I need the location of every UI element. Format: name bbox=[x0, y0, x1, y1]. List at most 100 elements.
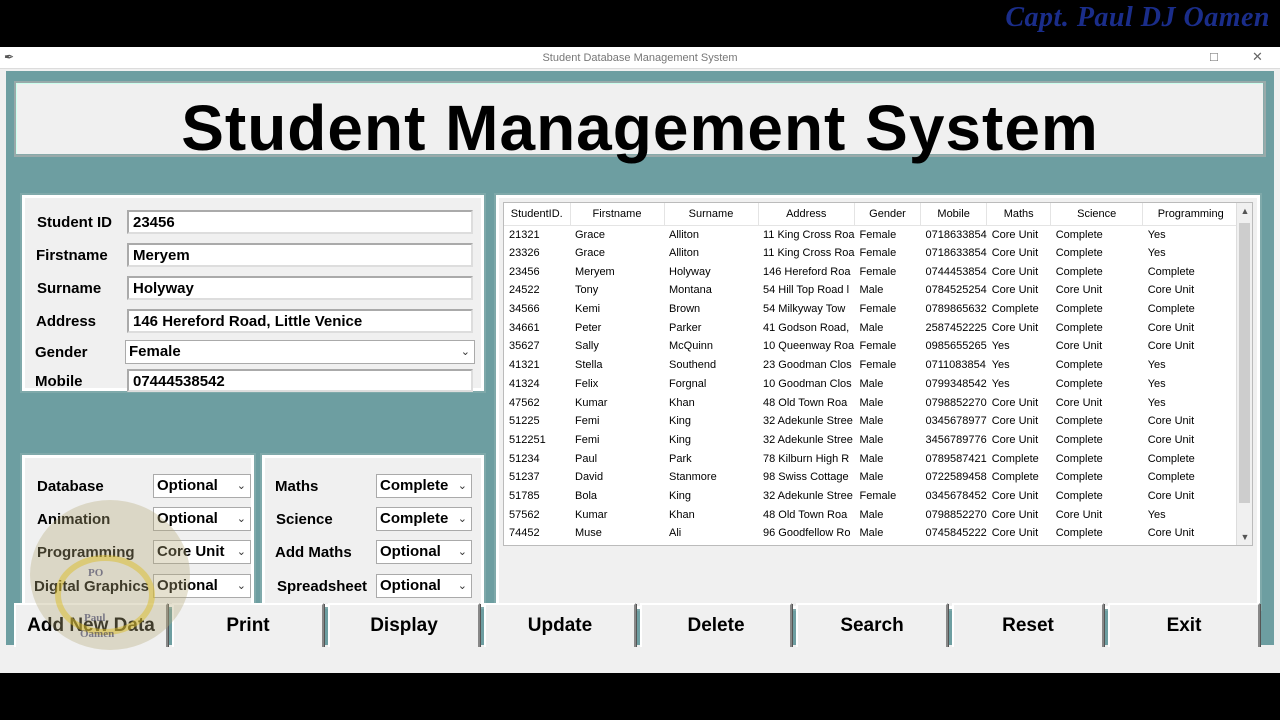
display-button[interactable]: Display bbox=[328, 603, 480, 649]
table-cell: Kemi bbox=[575, 303, 601, 316]
table-cell: 48 Old Town Roa bbox=[763, 508, 848, 521]
column-header[interactable]: Surname bbox=[664, 203, 759, 226]
reset-button[interactable]: Reset bbox=[952, 603, 1104, 649]
column-header[interactable]: Gender bbox=[854, 203, 922, 226]
table-row[interactable]: 57562 Kumar Khan 48 Old Town Roa Male 0798852… bbox=[504, 505, 1239, 524]
table-row[interactable]: 74452 Muse Ali 96 Goodfellow Ro Male 07458452… bbox=[504, 524, 1239, 543]
table-row[interactable]: 35627 Sally McQuinn 10 Queenway Roa Female 09… bbox=[504, 337, 1239, 356]
search-button[interactable]: Search bbox=[796, 603, 948, 649]
table-cell: Core Unit bbox=[991, 415, 1039, 428]
table-row[interactable]: 24522 Tony Montana 54 Hill Top Road l Male 07… bbox=[504, 281, 1239, 300]
table-cell: Parker bbox=[669, 321, 702, 334]
table-cell: Complete bbox=[1055, 303, 1103, 316]
table-cell: Core Unit bbox=[1147, 433, 1195, 446]
table-row[interactable]: 41324 Felix Forgnal 10 Goodman Clos Male 0799… bbox=[504, 375, 1239, 394]
table-cell: 34566 bbox=[509, 303, 540, 316]
spreadsheet-select[interactable]: Optional ⌄ bbox=[376, 574, 472, 598]
add-maths-select[interactable]: Optional ⌄ bbox=[376, 540, 472, 564]
table-cell: 32 Adekunle Stree bbox=[763, 489, 853, 502]
gender-select[interactable]: Female ⌄ bbox=[125, 340, 475, 364]
column-header[interactable]: Maths bbox=[986, 203, 1052, 226]
print-button[interactable]: Print bbox=[172, 603, 324, 649]
database-select[interactable]: Optional ⌄ bbox=[153, 474, 251, 498]
status-strip bbox=[0, 647, 1280, 673]
table-row[interactable]: 21321 Grace Alliton 11 King Cross Roa Female… bbox=[504, 225, 1239, 244]
chevron-down-icon: ⌄ bbox=[236, 480, 246, 492]
delete-button[interactable]: Delete bbox=[640, 603, 792, 649]
table-cell: 48 Old Town Roa bbox=[763, 396, 848, 409]
scroll-up-icon[interactable]: ▲ bbox=[1237, 206, 1252, 216]
button-bar: Add New Data Print Display Update Delete… bbox=[14, 603, 1266, 651]
records-panel: StudentID. Firstname Surname Address Gender M… bbox=[496, 195, 1260, 609]
page-title: Student Management System bbox=[181, 92, 1099, 164]
table-cell: 34661 bbox=[509, 321, 540, 334]
table-row[interactable]: 34566 Kemi Brown 54 Milkyway Tow Female 07898… bbox=[504, 300, 1239, 319]
table-cell: Core Unit bbox=[1055, 340, 1103, 353]
table-cell: 0345678452 bbox=[925, 489, 987, 502]
main-frame: Student Management System Student ID 234… bbox=[6, 71, 1274, 649]
table-cell: Femi bbox=[575, 415, 600, 428]
table-cell: 0789587421 bbox=[925, 452, 987, 465]
chevron-down-icon: ⌄ bbox=[457, 580, 467, 592]
table-row[interactable]: 51785 Bola King 32 Adekunle Stree Female 0345… bbox=[504, 487, 1239, 506]
table-row[interactable]: 512251 Femi King 32 Adekunle Stree Male 34567… bbox=[504, 431, 1239, 450]
table-row[interactable]: 23456 Meryem Holyway 146 Hereford Roa Female… bbox=[504, 262, 1239, 281]
table-row[interactable]: 41321 Stella Southend 23 Goodman Clos Female… bbox=[504, 356, 1239, 375]
column-header[interactable]: Programming bbox=[1142, 203, 1240, 226]
database-value: Optional bbox=[157, 477, 218, 494]
logo-name-first: Paul bbox=[84, 612, 106, 624]
column-header[interactable]: Mobile bbox=[920, 203, 988, 226]
table-cell: Southend bbox=[669, 359, 717, 372]
subject-label: Database bbox=[37, 478, 104, 495]
column-header[interactable]: Address bbox=[758, 203, 856, 226]
exit-button[interactable]: Exit bbox=[1108, 603, 1260, 649]
scroll-thumb[interactable] bbox=[1239, 223, 1250, 503]
table-cell: 54 Milkyway Tow bbox=[763, 303, 846, 316]
table-cell: 32 Adekunle Stree bbox=[763, 433, 853, 446]
subject-label: Maths bbox=[275, 478, 319, 495]
records-table[interactable]: StudentID. Firstname Surname Address Gender M… bbox=[503, 202, 1253, 546]
maximize-icon[interactable]: □ bbox=[1210, 49, 1218, 64]
table-cell: Complete bbox=[1055, 433, 1103, 446]
table-row[interactable]: 34661 Peter Parker 41 Godson Road, Male 25874… bbox=[504, 318, 1239, 337]
column-header[interactable]: StudentID. bbox=[504, 203, 571, 226]
table-cell: 11 King Cross Roa bbox=[763, 228, 855, 241]
table-cell: Park bbox=[669, 452, 692, 465]
surname-input[interactable]: Holyway bbox=[127, 276, 473, 300]
update-button[interactable]: Update bbox=[484, 603, 636, 649]
table-row[interactable]: 51237 David Stanmore 98 Swiss Cottage Male 07… bbox=[504, 468, 1239, 487]
science-select[interactable]: Complete ⌄ bbox=[376, 507, 472, 531]
mobile-input[interactable]: 07444538542 bbox=[127, 369, 473, 392]
table-cell: Alliton bbox=[669, 247, 699, 260]
table-cell: Complete bbox=[1055, 377, 1103, 390]
table-row[interactable]: 47562 Kumar Khan 48 Old Town Roa Male 0798852… bbox=[504, 393, 1239, 412]
address-input[interactable]: 146 Hereford Road, Little Venice bbox=[127, 309, 473, 333]
logo-initials: PO bbox=[88, 567, 104, 579]
table-header-row: StudentID. Firstname Surname Address Gender M… bbox=[504, 203, 1240, 226]
table-cell: 98 Swiss Cottage bbox=[763, 471, 849, 484]
table-cell: Male bbox=[859, 321, 884, 334]
table-cell: Male bbox=[859, 377, 884, 390]
firstname-input[interactable]: Meryem bbox=[127, 243, 473, 267]
column-header[interactable]: Firstname bbox=[570, 203, 665, 226]
subjects-panel-right: Maths Complete ⌄ Science Complete ⌄ Add Ma… bbox=[262, 455, 484, 607]
table-body: 21321 Grace Alliton 11 King Cross Roa Female… bbox=[504, 225, 1239, 543]
table-row[interactable]: 51225 Femi King 32 Adekunle Stree Male 034567… bbox=[504, 412, 1239, 431]
scroll-down-icon[interactable]: ▼ bbox=[1237, 532, 1252, 542]
table-cell: Yes bbox=[1147, 359, 1166, 372]
table-row[interactable]: 51234 Paul Park 78 Kilburn High R Male 078958… bbox=[504, 449, 1239, 468]
table-row[interactable]: 23326 Grace Alliton 11 King Cross Roa Female… bbox=[504, 244, 1239, 263]
maths-select[interactable]: Complete ⌄ bbox=[376, 474, 472, 498]
student-id-input[interactable]: 23456 bbox=[127, 210, 473, 234]
table-cell: Stanmore bbox=[669, 471, 717, 484]
table-cell: Complete bbox=[991, 452, 1039, 465]
vertical-scrollbar[interactable]: ▲ ▼ bbox=[1236, 203, 1252, 545]
column-header[interactable]: Science bbox=[1050, 203, 1144, 226]
close-icon[interactable]: ✕ bbox=[1252, 49, 1263, 65]
table-cell: Core Unit bbox=[1055, 396, 1103, 409]
table-cell: Yes bbox=[1147, 228, 1166, 241]
table-cell: Complete bbox=[1055, 471, 1103, 484]
table-cell: Male bbox=[859, 284, 884, 297]
table-cell: Core Unit bbox=[991, 433, 1039, 446]
chevron-down-icon: ⌄ bbox=[457, 546, 467, 558]
